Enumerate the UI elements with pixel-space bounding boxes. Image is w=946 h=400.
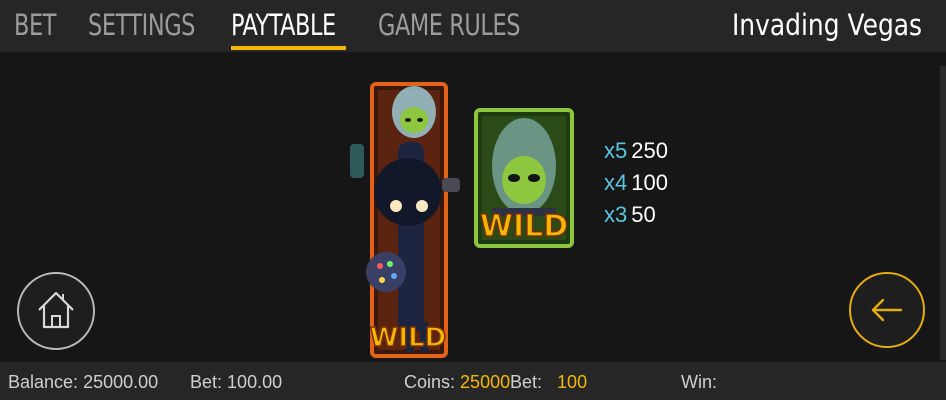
bet-label: Bet: xyxy=(190,372,223,392)
bet-value: 100.00 xyxy=(227,372,283,392)
wild-symbol: WILD xyxy=(474,108,574,248)
coin-bet-label: Bet: xyxy=(510,372,543,392)
balance-label: Balance: xyxy=(8,372,79,392)
coins-display: Coins: 25000 xyxy=(404,372,510,393)
tab-game-rules[interactable]: GAME RULES xyxy=(378,8,520,42)
back-button[interactable] xyxy=(849,272,925,348)
payout-value: 250 xyxy=(631,138,668,163)
balance-value: 25000.00 xyxy=(83,372,159,392)
top-nav: BET SETTINGS PAYTABLE GAME RULES Invadin… xyxy=(0,0,946,52)
coin-bet-value: 100 xyxy=(557,372,588,392)
arrow-left-icon xyxy=(871,298,903,322)
payout-multiplier: x5 xyxy=(604,138,628,163)
payout-row: x3 50 xyxy=(604,202,656,228)
tab-bet[interactable]: BET xyxy=(14,8,56,42)
bet-display: Bet: 100.00 xyxy=(190,372,282,393)
expanded-wild-symbol: WILD xyxy=(350,82,460,358)
payout-value: 100 xyxy=(631,170,668,195)
payout-multiplier: x3 xyxy=(604,202,628,227)
paytable-panel: WILD WILD x5 250 x4 100 x3 50 xyxy=(0,52,946,360)
game-title: Invading Vegas xyxy=(731,8,922,42)
home-button[interactable] xyxy=(17,272,95,350)
tab-settings[interactable]: SETTINGS xyxy=(88,8,195,42)
scrollbar[interactable] xyxy=(940,66,946,360)
payout-multiplier: x4 xyxy=(604,170,628,195)
payout-value: 50 xyxy=(631,202,656,227)
home-icon xyxy=(38,291,74,329)
coins-label: Coins: xyxy=(404,372,456,392)
win-display: Win: xyxy=(681,372,717,393)
wild-label-tall: WILD xyxy=(370,323,447,353)
payout-row: x4 100 xyxy=(604,170,668,196)
payout-row: x5 250 xyxy=(604,138,668,164)
active-tab-indicator xyxy=(231,46,346,50)
tab-paytable[interactable]: PAYTABLE xyxy=(231,8,336,42)
balance-display: Balance: 25000.00 xyxy=(8,372,158,393)
win-label: Win: xyxy=(681,372,717,392)
coin-bet-display: Bet: 100 xyxy=(510,372,587,393)
status-bar: Balance: 25000.00 Bet: 100.00 Coins: 250… xyxy=(0,362,946,400)
wild-label-small: WILD xyxy=(480,209,568,244)
coins-value: 25000 xyxy=(460,372,511,392)
